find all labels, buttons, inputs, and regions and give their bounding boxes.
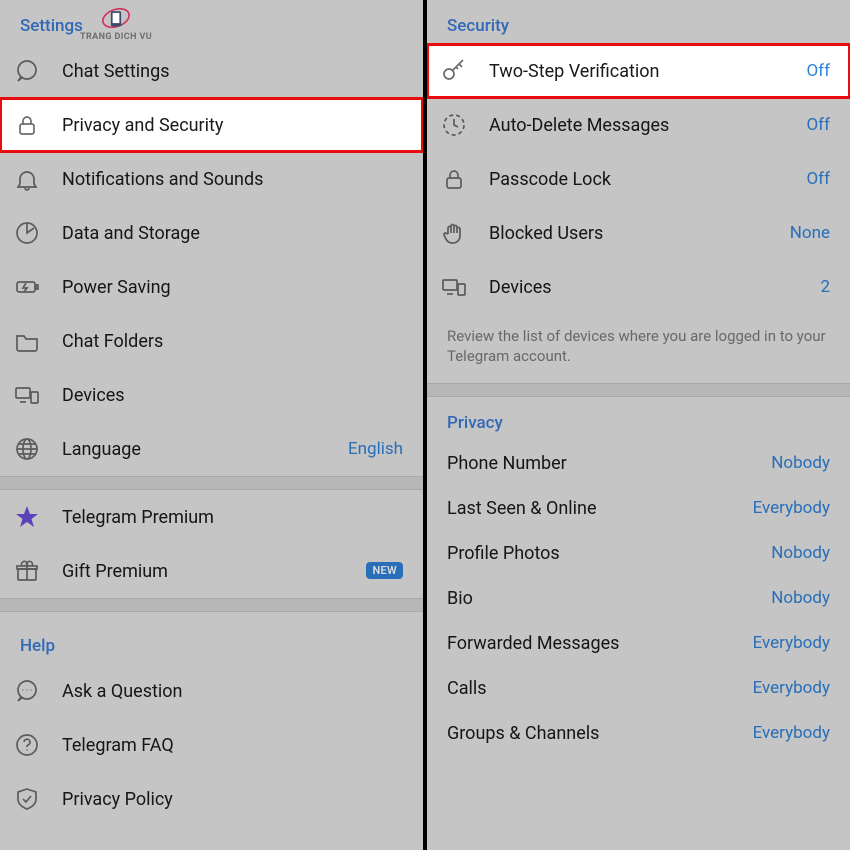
privacy-security-pane: Security Two-Step VerificationOffAuto-De… [425, 0, 850, 850]
row-auto-delete-messages[interactable]: Auto-Delete MessagesOff [427, 98, 850, 152]
row-value: Everybody [753, 498, 830, 518]
row-passcode-lock[interactable]: Passcode LockOff [427, 152, 850, 206]
row-label: Bio [447, 588, 771, 609]
row-label: Privacy and Security [62, 115, 403, 136]
divider [0, 598, 423, 612]
row-label: Groups & Channels [447, 723, 753, 744]
row-telegram-premium[interactable]: Telegram Premium [0, 490, 423, 544]
star-icon [14, 504, 62, 530]
row-value: None [790, 223, 830, 243]
row-blocked-users[interactable]: Blocked UsersNone [427, 206, 850, 260]
row-privacy-policy[interactable]: Privacy Policy [0, 772, 423, 826]
row-label: Gift Premium [62, 561, 358, 582]
row-label: Profile Photos [447, 543, 771, 564]
row-ask-a-question[interactable]: Ask a Question [0, 664, 423, 718]
row-label: Devices [489, 277, 820, 298]
row-power-saving[interactable]: Power Saving [0, 260, 423, 314]
row-label: Power Saving [62, 277, 403, 298]
lock-icon [441, 166, 489, 192]
settings-pane: TRANG DICH VU Settings Chat SettingsPriv… [0, 0, 425, 850]
settings-title: Settings [0, 0, 423, 44]
row-label: Forwarded Messages [447, 633, 753, 654]
row-value: Everybody [753, 723, 830, 743]
row-label: Devices [62, 385, 403, 406]
row-telegram-faq[interactable]: Telegram FAQ [0, 718, 423, 772]
timer-icon [441, 112, 489, 138]
new-badge: NEW [366, 562, 403, 579]
row-calls[interactable]: CallsEverybody [427, 666, 850, 711]
row-gift-premium[interactable]: Gift Premium NEW [0, 544, 423, 598]
divider [427, 383, 850, 397]
row-label: Calls [447, 678, 753, 699]
faq-icon [14, 732, 62, 758]
row-value: Off [806, 61, 830, 81]
row-value: Nobody [771, 453, 830, 473]
row-bio[interactable]: BioNobody [427, 576, 850, 621]
row-value: Everybody [753, 678, 830, 698]
row-devices[interactable]: Devices [0, 368, 423, 422]
folder-icon [14, 328, 62, 354]
row-chat-folders[interactable]: Chat Folders [0, 314, 423, 368]
row-label: Chat Settings [62, 61, 403, 82]
row-label: Passcode Lock [489, 169, 806, 190]
row-label: Chat Folders [62, 331, 403, 352]
bell-icon [14, 166, 62, 192]
row-value: Everybody [753, 633, 830, 653]
row-language[interactable]: LanguageEnglish [0, 422, 423, 476]
privacy-title: Privacy [427, 397, 850, 441]
row-value: 2 [820, 277, 830, 297]
devices-icon [14, 382, 62, 408]
key-icon [441, 58, 489, 84]
ask-icon [14, 678, 62, 704]
row-value: English [348, 439, 403, 459]
row-groups-channels[interactable]: Groups & ChannelsEverybody [427, 711, 850, 756]
row-forwarded-messages[interactable]: Forwarded MessagesEverybody [427, 621, 850, 666]
row-label: Two-Step Verification [489, 61, 806, 82]
row-phone-number[interactable]: Phone NumberNobody [427, 441, 850, 486]
row-value: Off [806, 115, 830, 135]
data-icon [14, 220, 62, 246]
row-chat-settings[interactable]: Chat Settings [0, 44, 423, 98]
row-value: Nobody [771, 588, 830, 608]
row-value: Off [806, 169, 830, 189]
row-label: Ask a Question [62, 681, 403, 702]
row-label: Telegram Premium [62, 507, 403, 528]
row-label: Auto-Delete Messages [489, 115, 806, 136]
row-label: Phone Number [447, 453, 771, 474]
row-label: Privacy Policy [62, 789, 403, 810]
row-two-step-verification[interactable]: Two-Step VerificationOff [427, 44, 850, 98]
devices-hint: Review the list of devices where you are… [427, 314, 850, 383]
row-privacy-and-security[interactable]: Privacy and Security [0, 98, 423, 152]
row-label: Last Seen & Online [447, 498, 753, 519]
globe-icon [14, 436, 62, 462]
battery-icon [14, 274, 62, 300]
row-label: Telegram FAQ [62, 735, 403, 756]
gift-icon [14, 558, 62, 584]
help-title: Help [0, 612, 423, 664]
row-devices[interactable]: Devices2 [427, 260, 850, 314]
row-data-and-storage[interactable]: Data and Storage [0, 206, 423, 260]
shield-icon [14, 786, 62, 812]
row-label: Language [62, 439, 348, 460]
hand-icon [441, 220, 489, 246]
row-profile-photos[interactable]: Profile PhotosNobody [427, 531, 850, 576]
row-notifications-and-sounds[interactable]: Notifications and Sounds [0, 152, 423, 206]
row-value: Nobody [771, 543, 830, 563]
row-label: Notifications and Sounds [62, 169, 403, 190]
security-title: Security [427, 0, 850, 44]
row-label: Blocked Users [489, 223, 790, 244]
divider [0, 476, 423, 490]
row-label: Data and Storage [62, 223, 403, 244]
chat-icon [14, 58, 62, 84]
devices-icon [441, 274, 489, 300]
lock-icon [14, 112, 62, 138]
row-last-seen-online[interactable]: Last Seen & OnlineEverybody [427, 486, 850, 531]
